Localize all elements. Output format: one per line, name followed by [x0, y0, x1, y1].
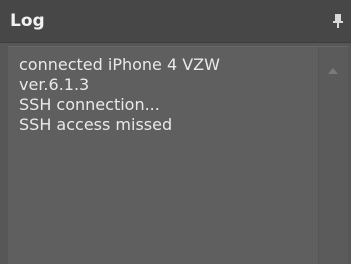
pin-icon[interactable] [332, 13, 344, 29]
log-line: SSH connection... [19, 95, 160, 114]
log-panel: Log connected iPhone 4 VZW ver.6.1.3 SSH… [0, 0, 351, 264]
log-content-area[interactable]: connected iPhone 4 VZW ver.6.1.3 SSH con… [8, 46, 348, 264]
vertical-scrollbar[interactable] [318, 47, 348, 264]
log-line: connected iPhone 4 VZW [19, 55, 220, 74]
log-line: SSH access missed [19, 115, 173, 134]
pin-icon-graphic [333, 14, 343, 28]
panel-header: Log [0, 0, 351, 43]
log-line: ver.6.1.3 [19, 75, 90, 94]
chevron-up-icon[interactable] [327, 62, 339, 74]
log-lines: connected iPhone 4 VZW ver.6.1.3 SSH con… [19, 55, 319, 135]
panel-title: Log [10, 11, 45, 31]
chevron-up-icon-graphic [328, 68, 338, 74]
